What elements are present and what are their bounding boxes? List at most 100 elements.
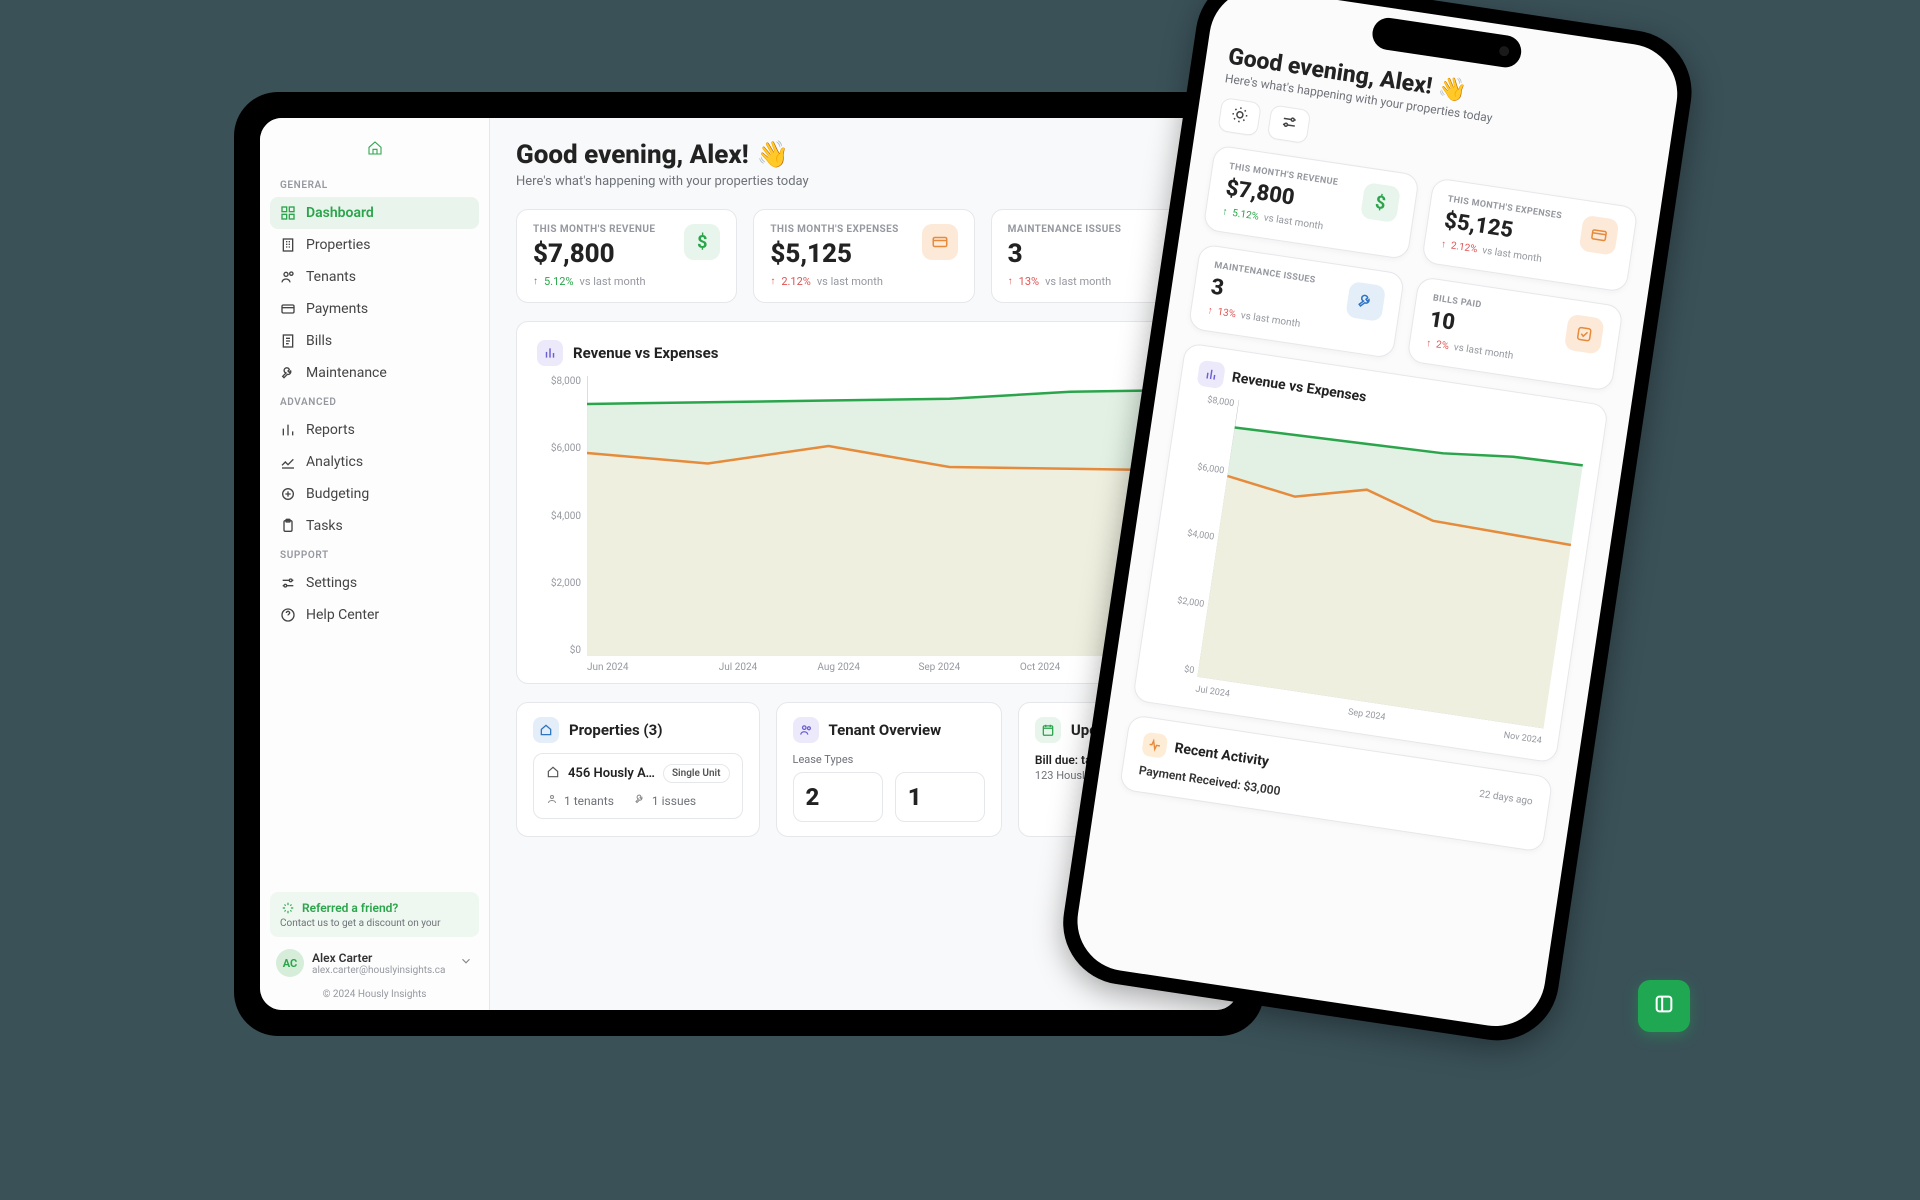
- avatar: AC: [276, 949, 304, 977]
- x-tick: Jul 2024: [1195, 685, 1231, 700]
- copyright-text: © 2024 Hously Insights: [270, 983, 479, 1000]
- bar-chart-icon: [537, 340, 563, 366]
- chart-plot-area: [587, 376, 1191, 656]
- lease-type-count: 1: [895, 772, 985, 822]
- chart-title: Revenue vs Expenses: [573, 344, 718, 362]
- wrench-icon: [280, 365, 296, 381]
- stat-note: vs last month: [1481, 245, 1542, 265]
- credit-card-icon: [1579, 215, 1620, 256]
- clipboard-icon: [280, 518, 296, 534]
- stat-note: vs last month: [817, 275, 883, 288]
- stat-pct: 2.12%: [781, 275, 811, 288]
- sidebar-item-label: Help Center: [306, 607, 379, 623]
- line-chart-icon: [280, 454, 296, 470]
- sidebar-item-properties[interactable]: Properties: [270, 229, 479, 261]
- app-logo: [270, 136, 479, 172]
- stat-title: THIS MONTH'S EXPENSES: [770, 224, 911, 235]
- section-label-general: GENERAL: [270, 172, 479, 197]
- sidebar-item-label: Settings: [306, 575, 357, 591]
- sidebar-item-label: Tasks: [306, 518, 343, 534]
- card-title: Tenant Overview: [829, 721, 942, 739]
- arrow-up-icon: ↑: [1425, 338, 1432, 350]
- stat-note: vs last month: [580, 275, 646, 288]
- fab-panels-button[interactable]: [1638, 980, 1690, 1032]
- arrow-up-icon: ↑: [770, 276, 775, 287]
- wave-emoji-icon: 👋: [757, 140, 789, 170]
- x-tick: Nov 2024: [1503, 731, 1542, 747]
- section-label-support: SUPPORT: [270, 542, 479, 567]
- dashboard-icon: [280, 205, 296, 221]
- y-tick: $8,000: [537, 376, 581, 387]
- stat-pct: 5.12%: [544, 275, 574, 288]
- sidebar-item-budgeting[interactable]: Budgeting: [270, 478, 479, 510]
- filter-button[interactable]: [1267, 104, 1312, 144]
- bar-chart-icon: [1196, 360, 1226, 390]
- sidebar-item-dashboard[interactable]: Dashboard: [270, 197, 479, 229]
- stat-pct: 13%: [1217, 307, 1237, 321]
- calendar-icon: [1035, 717, 1061, 743]
- wrench-icon: [1345, 281, 1386, 322]
- activity-time: 22 days ago: [1479, 788, 1534, 807]
- property-issues: 1 issues: [652, 794, 696, 808]
- sidebar-item-label: Bills: [306, 333, 332, 349]
- x-tick: Sep 2024: [889, 662, 990, 673]
- x-tick: Sep 2024: [1347, 707, 1386, 722]
- property-name: 456 Hously Aven…: [568, 766, 655, 781]
- sidebar-item-tenants[interactable]: Tenants: [270, 261, 479, 293]
- sidebar-item-bills[interactable]: Bills: [270, 325, 479, 357]
- sidebar-item-maintenance[interactable]: Maintenance: [270, 357, 479, 389]
- sidebar-item-analytics[interactable]: Analytics: [270, 446, 479, 478]
- sidebar-item-label: Properties: [306, 237, 370, 253]
- dollar-icon: $: [684, 224, 720, 260]
- lease-type-count: 2: [793, 772, 883, 822]
- sidebar-item-payments[interactable]: Payments: [270, 293, 479, 325]
- user-email: alex.carter@houslyinsights.ca: [312, 965, 451, 976]
- card-title: Recent Activity: [1173, 740, 1269, 770]
- sidebar-item-label: Budgeting: [306, 486, 369, 502]
- sidebar-item-reports[interactable]: Reports: [270, 414, 479, 446]
- property-tag: Single Unit: [663, 764, 730, 783]
- stat-card-revenue: THIS MONTH'S REVENUE $7,800 ↑ 5.12% vs l…: [516, 209, 737, 303]
- sun-icon: [1229, 105, 1250, 129]
- arrow-up-icon: ↑: [1222, 206, 1229, 218]
- chart-y-axis: $8,000 $6,000 $4,000 $2,000 $0: [537, 376, 587, 656]
- person-icon: [546, 793, 558, 808]
- stat-value: $5,125: [770, 239, 911, 269]
- wrench-small-icon: [634, 793, 646, 808]
- property-entry[interactable]: 456 Hously Aven… Single Unit 1 tenants 1…: [533, 753, 743, 819]
- wave-emoji-icon: 👋: [1436, 74, 1468, 105]
- sidebar-item-label: Payments: [306, 301, 368, 317]
- phone-chart-card: Revenue vs Expenses $8,000 $6,000 $4,000…: [1132, 342, 1609, 763]
- arrow-up-icon: ↑: [1207, 305, 1214, 317]
- sidebar-item-label: Analytics: [306, 454, 363, 470]
- sidebar-item-settings[interactable]: Settings: [270, 567, 479, 599]
- section-label-advanced: ADVANCED: [270, 389, 479, 414]
- checkbox-icon: [1564, 314, 1605, 355]
- sidebar-item-label: Tenants: [306, 269, 356, 285]
- stat-note: vs last month: [1240, 310, 1301, 330]
- sidebar-item-label: Reports: [306, 422, 355, 438]
- sidebar-item-help[interactable]: Help Center: [270, 599, 479, 631]
- stat-note: vs last month: [1453, 342, 1514, 362]
- tenant-sublabel: Lease Types: [793, 753, 985, 766]
- card-title: Properties (3): [569, 721, 663, 739]
- sidebar-item-tasks[interactable]: Tasks: [270, 510, 479, 542]
- stat-card-revenue: THIS MONTH'S REVENUE $7,800 ↑5.12%vs las…: [1203, 144, 1420, 260]
- y-tick: $4,000: [1174, 527, 1215, 543]
- stat-note: vs last month: [1263, 213, 1324, 233]
- stat-note: vs last month: [1045, 275, 1111, 288]
- referral-banner[interactable]: Referred a friend? Contact us to get a d…: [270, 892, 479, 937]
- user-menu[interactable]: AC Alex Carter alex.carter@houslyinsight…: [270, 943, 479, 983]
- stat-card-expenses: THIS MONTH'S EXPENSES $5,125 ↑2.12%vs la…: [1421, 177, 1638, 293]
- y-tick: $0: [1154, 660, 1195, 676]
- x-tick: Jun 2024: [587, 662, 688, 673]
- arrow-up-icon: ↑: [1440, 239, 1447, 251]
- theme-toggle-button[interactable]: [1217, 97, 1262, 137]
- y-tick: $4,000: [537, 511, 581, 522]
- property-tenants: 1 tenants: [564, 794, 614, 808]
- house-logo-icon: [367, 140, 383, 156]
- greeting-block: Good evening, Alex! 👋 Here's what's happ…: [516, 140, 1212, 189]
- referral-title: Referred a friend?: [302, 901, 398, 915]
- card-icon: [280, 301, 296, 317]
- stat-value: $7,800: [533, 239, 674, 269]
